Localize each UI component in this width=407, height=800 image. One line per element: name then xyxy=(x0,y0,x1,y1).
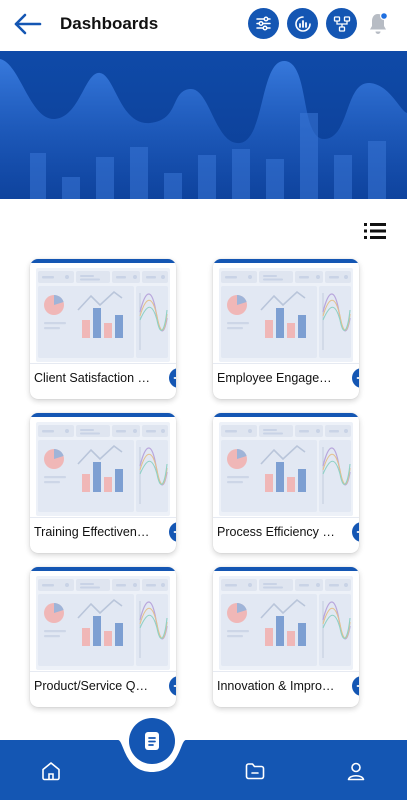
card-title: Client Satisfaction Dashboard xyxy=(34,371,152,385)
card-accent xyxy=(213,413,359,417)
dashboard-thumbnail xyxy=(36,268,170,362)
arrow-right-icon xyxy=(173,685,176,687)
report-button[interactable] xyxy=(287,8,318,39)
app-header: Dashboards xyxy=(0,0,407,50)
card-accent xyxy=(213,567,359,571)
home-icon[interactable] xyxy=(40,760,62,782)
dashboard-thumbnail xyxy=(219,576,353,670)
card-accent xyxy=(30,259,176,263)
card-title: Innovation & Improvement Dashboard xyxy=(217,679,335,693)
user-icon[interactable] xyxy=(345,760,367,782)
list-view-icon[interactable] xyxy=(363,221,387,241)
dashboard-card[interactable]: Employee Engagement Dashboard xyxy=(213,259,359,399)
card-divider xyxy=(213,671,359,672)
dashboard-card[interactable]: Product/Service Quality Dashboard xyxy=(30,567,176,707)
org-chart-icon xyxy=(333,15,350,32)
card-divider xyxy=(30,517,176,518)
dashboard-thumbnail xyxy=(219,422,353,516)
arrow-right-icon xyxy=(356,685,359,687)
open-dashboard-button[interactable] xyxy=(352,368,359,388)
hero-banner xyxy=(0,51,407,199)
dashboard-card[interactable]: Training Effectiveness Dashboard xyxy=(30,413,176,553)
card-title: Employee Engagement Dashboard xyxy=(217,371,335,385)
card-accent xyxy=(30,567,176,571)
arrow-right-icon xyxy=(356,531,359,533)
dashboards-tab-button[interactable] xyxy=(129,718,175,764)
chart-report-icon xyxy=(294,15,311,32)
dashboard-thumbnail xyxy=(36,422,170,516)
card-accent xyxy=(30,413,176,417)
dashboard-thumbnail xyxy=(36,576,170,670)
open-dashboard-button[interactable] xyxy=(169,522,176,542)
back-arrow-icon[interactable] xyxy=(12,10,42,38)
card-title: Process Efficiency Dashboard xyxy=(217,525,335,539)
dashboard-thumbnail xyxy=(219,268,353,362)
arrow-right-icon xyxy=(356,377,359,379)
card-divider xyxy=(213,517,359,518)
sliders-icon xyxy=(256,16,271,31)
card-divider xyxy=(30,363,176,364)
arrow-right-icon xyxy=(173,531,176,533)
filter-button[interactable] xyxy=(248,8,279,39)
bell-icon[interactable] xyxy=(367,11,389,37)
open-dashboard-button[interactable] xyxy=(169,368,176,388)
open-dashboard-button[interactable] xyxy=(352,522,359,542)
notification-dot xyxy=(380,11,389,21)
card-title: Training Effectiveness Dashboard xyxy=(34,525,152,539)
open-dashboard-button[interactable] xyxy=(352,676,359,696)
card-divider xyxy=(213,363,359,364)
dashboard-card[interactable]: Client Satisfaction Dashboard xyxy=(30,259,176,399)
folder-icon[interactable] xyxy=(244,760,266,782)
open-dashboard-button[interactable] xyxy=(169,676,176,696)
card-accent xyxy=(213,259,359,263)
hierarchy-button[interactable] xyxy=(326,8,357,39)
dashboard-card[interactable]: Process Efficiency Dashboard xyxy=(213,413,359,553)
arrow-right-icon xyxy=(173,377,176,379)
document-icon xyxy=(145,732,159,750)
card-divider xyxy=(30,671,176,672)
card-title: Product/Service Quality Dashboard xyxy=(34,679,152,693)
page-title: Dashboards xyxy=(60,14,159,33)
dashboard-card[interactable]: Innovation & Improvement Dashboard xyxy=(213,567,359,707)
